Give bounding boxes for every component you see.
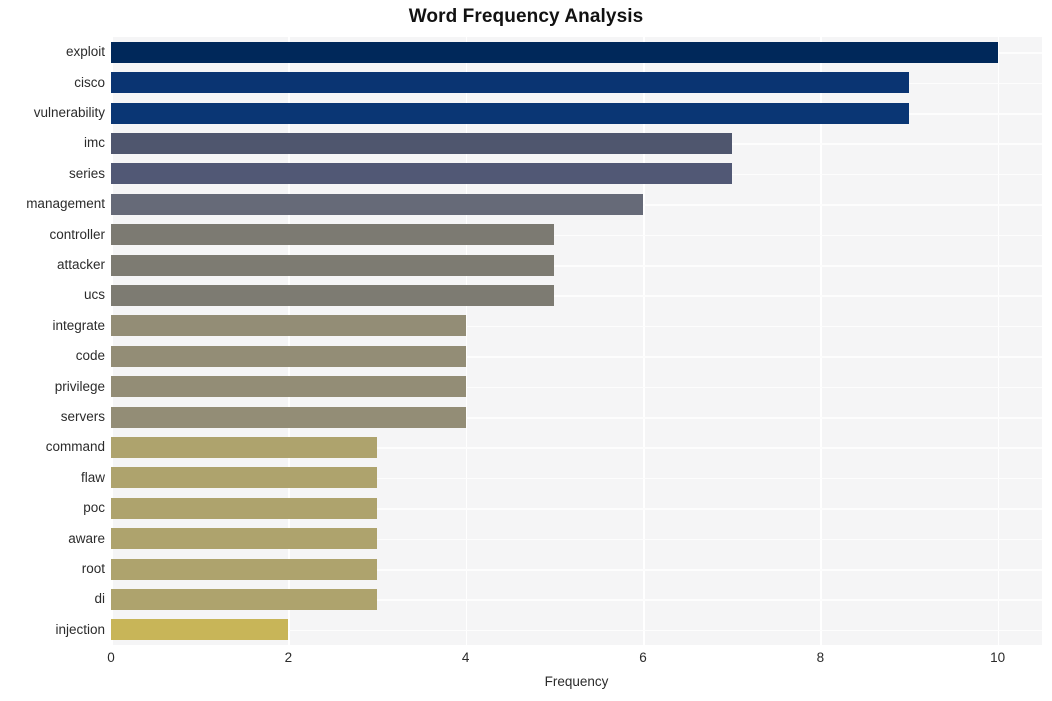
- y-axis-tick-label: integrate: [52, 317, 105, 333]
- y-axis-tick-labels: exploit cisco vulnerability imc series manage…: [0, 37, 1052, 645]
- y-axis-tick-label: code: [75, 348, 105, 364]
- y-axis-tick-label: servers: [60, 409, 105, 424]
- x-axis-tick-labels: 0 2 4 6 8 10: [107, 650, 1042, 672]
- y-axis-tick-label: vulnerability: [33, 105, 105, 120]
- x-axis-tick-label: 0: [107, 650, 115, 665]
- y-axis-tick-label: series: [68, 165, 105, 181]
- y-axis-tick-label: privilege: [54, 378, 105, 394]
- x-axis-tick-label: 4: [461, 650, 470, 665]
- y-axis-tick-label: exploit: [65, 44, 105, 60]
- y-axis-tick-label: ucs: [83, 287, 105, 303]
- y-axis-tick-label: cisco: [74, 74, 105, 90]
- y-axis-tick-label: aware: [68, 530, 105, 546]
- y-axis-tick-label: controller: [49, 226, 105, 242]
- y-axis-tick-label: attacker: [56, 257, 105, 272]
- y-axis-tick-label: di: [94, 591, 105, 607]
- chart-title: Word Frequency Analysis: [408, 6, 644, 27]
- y-axis-tick-label: command: [45, 439, 105, 455]
- y-axis-tick-label: poc: [83, 500, 105, 516]
- word-frequency-chart-figure: Word Frequency Analysis exploit cisco vuln…: [0, 0, 1052, 701]
- y-axis-tick-label: flaw: [80, 469, 105, 485]
- x-axis-tick-label: 6: [639, 650, 647, 665]
- y-axis-tick-label: management: [26, 196, 105, 212]
- y-axis-tick-label: imc: [84, 135, 105, 151]
- x-axis-tick-label: 8: [816, 650, 825, 665]
- y-axis-tick-label: root: [81, 561, 105, 576]
- x-axis-label: Frequency: [544, 674, 609, 689]
- x-axis-tick-label: 10: [990, 650, 1006, 665]
- x-axis-tick-label: 2: [284, 650, 293, 665]
- y-axis-tick-label: injection: [55, 621, 105, 637]
